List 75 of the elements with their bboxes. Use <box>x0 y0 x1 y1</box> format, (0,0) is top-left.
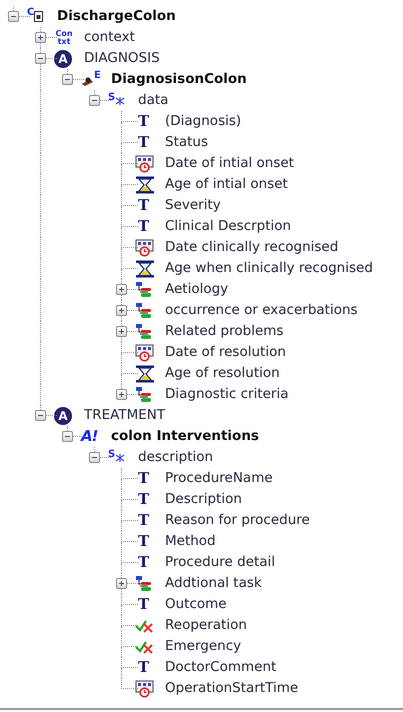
tree-item-label[interactable]: (Diagnosis) <box>165 113 242 130</box>
tree-item-label[interactable]: Related problems <box>165 323 284 340</box>
text-type-icon: T <box>135 471 150 486</box>
check-cross-icon <box>135 640 155 654</box>
tree-item-label[interactable]: occurrence or exacerbations <box>165 302 358 319</box>
section-icon: A <box>54 50 72 68</box>
tree-item-label[interactable]: DischargeColon <box>57 8 176 25</box>
tree-item-label[interactable]: Date clinically recognised <box>165 239 338 256</box>
collapse-toggle[interactable] <box>35 410 46 421</box>
cluster-icon <box>135 322 153 340</box>
tree-item-label[interactable]: Date of intial onset <box>165 155 294 172</box>
expand-toggle[interactable] <box>116 578 127 589</box>
collapse-toggle[interactable] <box>8 11 19 22</box>
tree-item-label[interactable]: Age of resolution <box>165 365 280 382</box>
text-type-icon: T <box>135 597 150 612</box>
tree-item-label[interactable]: TREATMENT <box>84 407 166 424</box>
collapse-toggle[interactable] <box>35 53 46 64</box>
tree-item-label[interactable]: colon Interventions <box>111 428 259 445</box>
expand-toggle[interactable] <box>35 32 46 43</box>
tree-item-label[interactable]: Age of intial onset <box>165 176 288 193</box>
tree-item-label[interactable]: Age when clinically recognised <box>165 260 373 277</box>
tree-item-label[interactable]: Clinical Descrption <box>165 218 292 235</box>
tree-item-label[interactable]: Aetiology <box>165 281 228 298</box>
tree-item-label[interactable]: Description <box>165 491 242 508</box>
calendar-clock-icon <box>135 344 155 362</box>
calendar-clock-icon <box>135 238 155 256</box>
text-type-icon: T <box>135 219 150 234</box>
tree-item-label[interactable]: Reoperation <box>165 617 247 634</box>
hourglass-icon <box>135 176 155 194</box>
check-cross-icon <box>135 618 155 632</box>
cluster-icon <box>135 280 153 298</box>
tree-item-label[interactable]: Diagnostic criteria <box>165 386 288 403</box>
tree-item-label[interactable]: Outcome <box>165 596 227 613</box>
hourglass-icon <box>135 260 155 278</box>
tree-item-label[interactable]: OperationStartTime <box>165 680 298 697</box>
text-type-icon: T <box>135 513 150 528</box>
text-type-icon: T <box>135 555 150 570</box>
collapse-toggle[interactable] <box>62 431 73 442</box>
section-icon: A <box>54 406 72 424</box>
text-type-icon: T <box>135 114 150 129</box>
calendar-clock-icon <box>135 680 155 698</box>
text-type-icon: T <box>135 135 150 150</box>
tree-item-label[interactable]: Emergency <box>165 638 242 655</box>
collapse-toggle[interactable] <box>62 74 73 85</box>
tree-item-label[interactable]: Procedure detail <box>165 554 276 571</box>
tree-item-label[interactable]: ProcedureName <box>165 470 273 487</box>
tree-item-label[interactable]: description <box>138 449 214 466</box>
collapse-toggle[interactable] <box>89 452 100 463</box>
context-icon: Con txt <box>54 30 74 46</box>
expand-toggle[interactable] <box>116 284 127 295</box>
tree-item-label[interactable]: Addtional task <box>165 575 262 592</box>
expand-toggle[interactable] <box>116 326 127 337</box>
tree-item-label[interactable]: DoctorComment <box>165 659 276 676</box>
tree-item-label[interactable]: Method <box>165 533 216 550</box>
tree-item-label[interactable]: Reason for procedure <box>165 512 310 529</box>
cluster-icon <box>135 574 153 592</box>
text-type-icon: T <box>135 660 150 675</box>
tree-item-label[interactable]: Status <box>165 134 208 151</box>
cluster-icon <box>135 386 153 404</box>
cluster-icon <box>135 302 153 320</box>
tree-item-label[interactable]: Date of resolution <box>165 344 286 361</box>
tree-item-label[interactable]: context <box>84 29 135 46</box>
action-icon: A! <box>81 429 98 444</box>
tree-item-label[interactable]: DiagnosisonColon <box>111 71 247 88</box>
collapse-toggle[interactable] <box>89 95 100 106</box>
text-type-icon: T <box>135 492 150 507</box>
expand-toggle[interactable] <box>116 305 127 316</box>
tree-item-label[interactable]: data <box>138 92 168 109</box>
text-type-icon: T <box>135 534 150 549</box>
calendar-clock-icon <box>135 154 155 172</box>
tree-item-label[interactable]: Severity <box>165 197 221 214</box>
text-type-icon: T <box>135 198 150 213</box>
expand-toggle[interactable] <box>116 389 127 400</box>
hourglass-icon <box>135 364 155 382</box>
tree-item-label[interactable]: DIAGNOSIS <box>84 50 160 67</box>
